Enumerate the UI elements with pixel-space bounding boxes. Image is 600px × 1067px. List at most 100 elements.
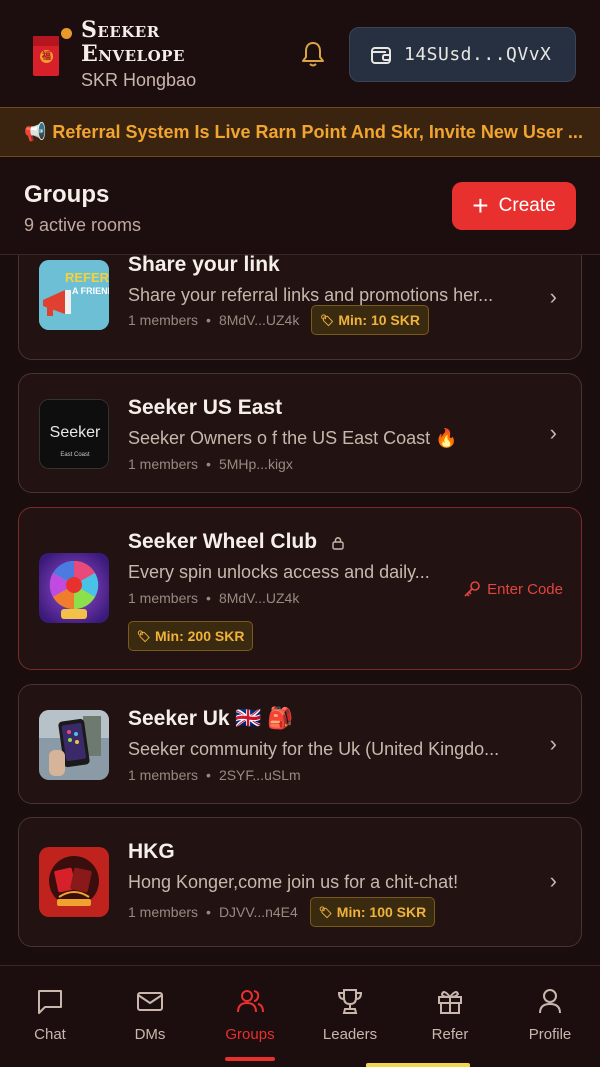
group-address: 8MdV...UZ4k [218, 590, 300, 606]
mail-icon [137, 992, 163, 1011]
chevron-right-icon[interactable]: › [550, 284, 557, 310]
nav-refer[interactable]: Refer [400, 966, 500, 1067]
meta-separator: • [206, 904, 211, 920]
enter-code-label: Enter Code [487, 580, 563, 598]
group-card-share-your-link[interactable]: REFER A FRIEND Share your link Share you… [18, 255, 582, 360]
tag-icon: 🏷 [320, 314, 335, 327]
chevron-right-icon[interactable]: › [550, 420, 557, 446]
nav-profile[interactable]: Profile [500, 966, 600, 1067]
group-card-seeker-us-east[interactable]: Seeker East Coast Seeker US East Seeker … [18, 373, 582, 493]
app-header: 福 Seeker Envelope SKR Hongbao 14SUsd...Q… [0, 0, 600, 107]
min-stake-badge: 🏷 Min: 10 SKR [311, 305, 429, 335]
bottom-nav: Chat DMs Groups Leaders Refer Profile [0, 965, 600, 1067]
red-envelope-logo: 福 [33, 36, 59, 76]
create-group-button[interactable]: + Create [452, 182, 576, 230]
home-indicator [366, 1063, 470, 1067]
group-meta-badge-row: 🏷 Min: 200 SKR [116, 621, 254, 651]
groups-list[interactable]: REFER A FRIEND Share your link Share you… [0, 255, 600, 965]
key-icon [464, 581, 480, 597]
wallet-icon [371, 46, 391, 64]
nav-label: Profile [528, 1026, 572, 1043]
trophy-icon [337, 989, 363, 1014]
brand-title-line2: Envelope [81, 41, 185, 67]
member-count: 1 members [128, 456, 199, 472]
group-thumbnail [39, 553, 109, 623]
chevron-right-icon[interactable]: › [550, 731, 557, 757]
group-address: 8MdV...UZ4k [218, 312, 300, 328]
nav-label: DMs [134, 1026, 166, 1043]
page-title: Groups [24, 181, 110, 208]
group-description: Seeker community for the Uk (United King… [128, 739, 500, 759]
min-stake-text: Min: 100 SKR [336, 904, 427, 920]
svg-text:Seeker: Seeker [50, 424, 101, 441]
nav-label: Groups [225, 1026, 275, 1043]
group-description: Hong Konger,come join us for a chit-chat… [128, 872, 459, 892]
nav-label: Chat [34, 1026, 66, 1043]
brand-subtitle: SKR Hongbao [81, 70, 197, 90]
svg-text:East Coast: East Coast [60, 452, 90, 458]
nav-leaders[interactable]: Leaders [300, 966, 400, 1067]
member-count: 1 members [128, 590, 199, 606]
group-meta: 1 members • DJVV...n4E4 🏷 Min: 100 SKR [128, 897, 436, 927]
nav-chat[interactable]: Chat [0, 966, 100, 1067]
create-label: Create [498, 195, 556, 216]
group-address: 5MHp...kigx [218, 456, 293, 472]
user-icon [539, 989, 561, 1014]
member-count: 1 members [128, 312, 199, 328]
group-card-seeker-uk[interactable]: Seeker Uk 🇬🇧 🎒 Seeker community for the … [18, 684, 582, 804]
group-description: Share your referral links and promotions… [128, 285, 494, 305]
brand-title: Seeker Envelope [81, 18, 185, 66]
active-rooms-count: 9 active rooms [24, 215, 142, 235]
tag-icon: 🏷 [318, 906, 333, 919]
group-title: HKG [128, 840, 175, 863]
group-title-text: Seeker Wheel Club [128, 530, 318, 553]
group-title: Share your link [128, 255, 280, 276]
group-description: Seeker Owners o f the US East Coast 🔥 [128, 428, 458, 448]
active-tab-indicator [225, 1057, 275, 1061]
gift-icon [438, 991, 462, 1014]
group-title: Seeker Uk 🇬🇧 🎒 [128, 707, 294, 730]
notifications-bell-icon[interactable] [300, 40, 326, 68]
group-thumbnail: Seeker East Coast [39, 399, 109, 469]
banner-text: Referral System Is Live Rarn Point And S… [52, 121, 583, 142]
brand-title-line1: Seeker [81, 17, 160, 43]
meta-separator: • [206, 767, 211, 783]
tag-icon: 🏷 [137, 630, 151, 643]
group-thumbnail [39, 847, 109, 917]
group-thumbnail: REFER A FRIEND [39, 260, 109, 330]
group-meta: 1 members • 8MdV...UZ4k [128, 590, 299, 606]
chevron-right-icon[interactable]: › [550, 868, 557, 894]
svg-text:A FRIEND: A FRIEND [72, 286, 109, 296]
group-thumbnail [39, 710, 109, 780]
chat-icon [38, 990, 62, 1014]
group-address: 2SYF...uSLm [218, 767, 301, 783]
lock-icon [332, 537, 344, 550]
nav-label: Leaders [322, 1026, 378, 1043]
min-stake-text: Min: 10 SKR [338, 312, 420, 328]
groups-header: Groups 9 active rooms + Create [0, 157, 600, 255]
plus-icon: + [472, 190, 489, 221]
announcement-banner[interactable]: 📢 Referral System Is Live Rarn Point And… [0, 107, 600, 157]
group-address: DJVV...n4E4 [218, 904, 298, 920]
nav-groups[interactable]: Groups [200, 966, 300, 1067]
group-card-seeker-wheel-club[interactable]: Seeker Wheel Club Every spin unlocks acc… [18, 507, 582, 670]
megaphone-icon: 📢 [24, 121, 47, 142]
group-meta: 1 members • 2SYF...uSLm [128, 767, 301, 783]
member-count: 1 members [128, 904, 199, 920]
group-title: Seeker Wheel Club [128, 530, 345, 554]
users-icon [237, 990, 264, 1013]
min-stake-text: Min: 200 SKR [154, 628, 245, 644]
meta-separator: • [206, 312, 211, 328]
nav-dms[interactable]: DMs [100, 966, 200, 1067]
meta-separator: • [206, 590, 211, 606]
group-card-hkg[interactable]: HKG Hong Konger,come join us for a chit-… [18, 817, 582, 947]
meta-separator: • [206, 456, 211, 472]
logo-coin-icon [61, 28, 72, 39]
member-count: 1 members [128, 767, 199, 783]
group-meta: 1 members • 5MHp...kigx [128, 456, 293, 472]
enter-code-button[interactable]: Enter Code [463, 580, 563, 598]
wallet-button[interactable]: 14SUsd...QVvX [349, 27, 576, 82]
group-description: Every spin unlocks access and daily... [128, 562, 430, 582]
svg-text:REFER: REFER [65, 270, 109, 285]
min-stake-badge: 🏷 Min: 100 SKR [309, 897, 436, 927]
